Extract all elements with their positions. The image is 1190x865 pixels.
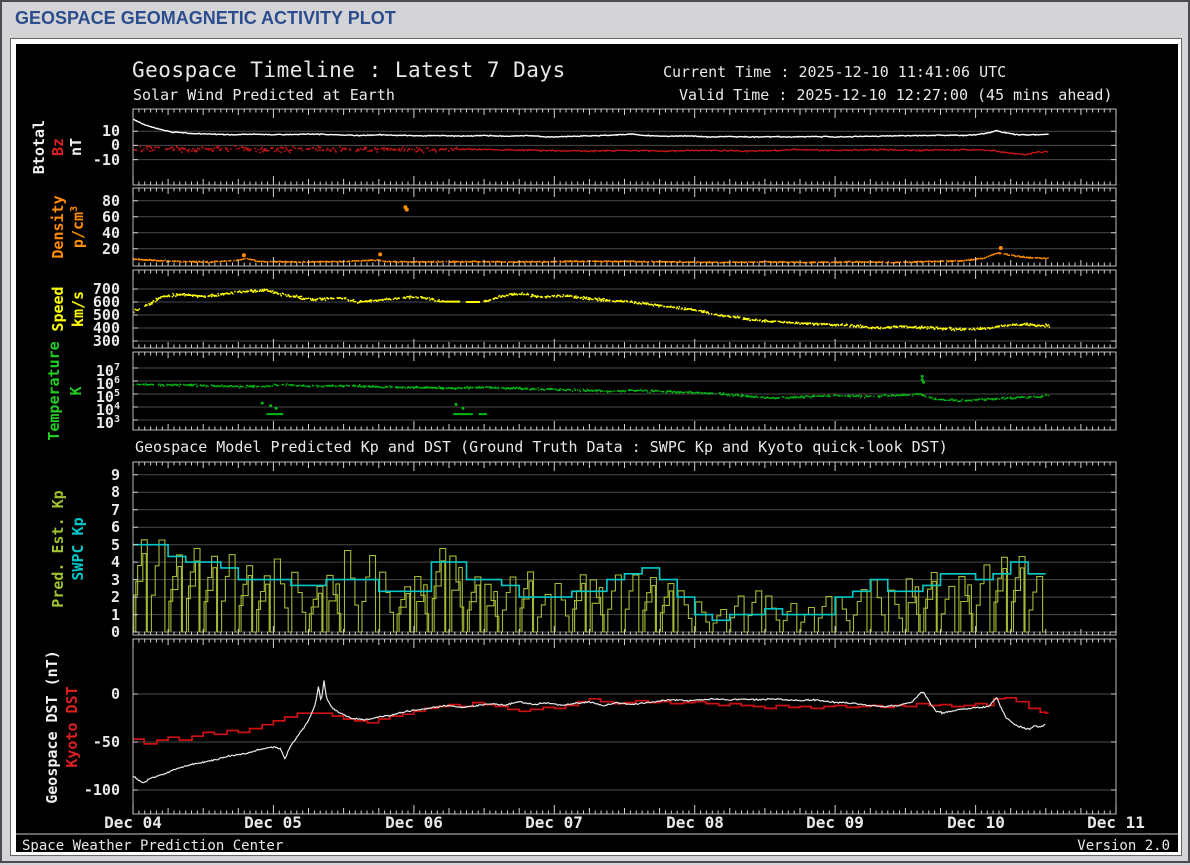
geospace-activity-page: { "page_title": "GEOSPACE GEOMAGNETIC AC… bbox=[0, 0, 1190, 863]
geospace-timeline-chart bbox=[2, 2, 1190, 865]
